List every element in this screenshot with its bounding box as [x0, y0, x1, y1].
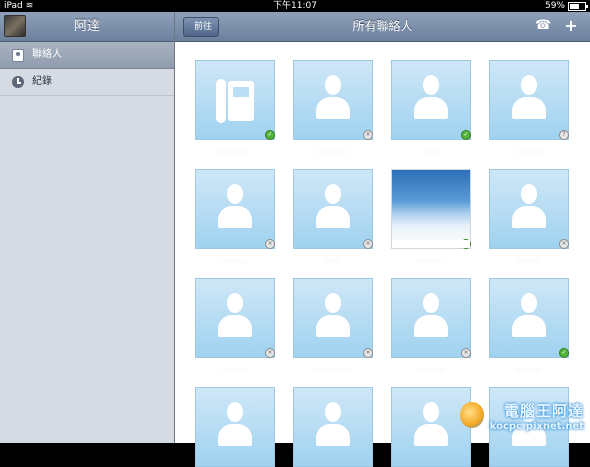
- contact-name: ·········: [219, 148, 251, 157]
- status-offline-icon: ×: [363, 130, 373, 140]
- person-silhouette-icon: [316, 184, 350, 232]
- contact-tile[interactable]: [293, 387, 373, 467]
- contact-name: ·······: [516, 148, 542, 157]
- person-silhouette-icon: [512, 293, 546, 341]
- contact-name: ·········: [317, 148, 349, 157]
- contact-card-icon: [12, 49, 24, 62]
- contact-tile[interactable]: ×: [195, 169, 275, 249]
- person-silhouette-icon: [218, 293, 252, 341]
- sidebar-title: 阿達: [73, 19, 100, 34]
- person-silhouette-icon: [414, 75, 448, 123]
- contact-tile[interactable]: ?: [489, 60, 569, 140]
- watermark-top: 電腦王阿達: [503, 402, 584, 420]
- status-unknown-icon: ?: [559, 130, 569, 140]
- person-silhouette-icon: [218, 184, 252, 232]
- status-time: 下午11:07: [273, 1, 317, 11]
- contact-tile[interactable]: ×: [293, 60, 373, 140]
- status-online-icon: ✓: [559, 348, 569, 358]
- contact-tile[interactable]: ✓: [391, 169, 471, 249]
- sidebar: 阿達 聯絡人 紀錄: [0, 12, 175, 443]
- main-panel: 前往 所有聯絡人 ☎ + ✓ ········· × ········· ✓ ····? ·…: [175, 12, 590, 467]
- status-battery: 59%: [545, 0, 588, 12]
- person-silhouette-icon: [512, 184, 546, 232]
- sidebar-header: 阿達: [0, 12, 174, 42]
- contact-name: ····: [423, 148, 439, 157]
- clock-icon: [12, 76, 24, 88]
- contact-name: ·······: [516, 366, 542, 375]
- contact-name: ·······: [222, 257, 248, 266]
- person-silhouette-icon: [512, 75, 546, 123]
- sidebar-item-contacts[interactable]: 聯絡人: [0, 42, 174, 69]
- status-bar: iPad ≋ 下午11:07 59%: [0, 0, 590, 12]
- contact-tile[interactable]: [195, 387, 275, 467]
- watermark-logo: 電腦王阿達 kocpc.pixnet.net: [458, 398, 590, 443]
- phone-icon[interactable]: ☎: [535, 18, 551, 34]
- contact-tile[interactable]: ×: [293, 169, 373, 249]
- person-silhouette-icon: [316, 75, 350, 123]
- status-offline-icon: ×: [265, 239, 275, 249]
- contact-tile[interactable]: ×: [293, 278, 373, 358]
- status-online-icon: ✓: [461, 239, 471, 249]
- plus-icon[interactable]: +: [563, 18, 579, 34]
- contact-grid: ✓ ········· × ········· ✓ ····? ······· × ······…: [175, 42, 590, 467]
- contact-tile[interactable]: ✓: [195, 60, 275, 140]
- sidebar-item-history[interactable]: 紀錄: [0, 69, 174, 96]
- sidebar-item-label: 聯絡人: [32, 49, 62, 60]
- mascot-icon: [460, 402, 484, 428]
- person-silhouette-icon: [414, 293, 448, 341]
- contact-name: ······: [518, 257, 540, 266]
- contact-tile[interactable]: ×: [391, 278, 471, 358]
- status-offline-icon: ×: [461, 348, 471, 358]
- status-offline-icon: ×: [363, 239, 373, 249]
- contact-name: ·········: [415, 257, 447, 266]
- battery-icon: [568, 1, 588, 11]
- contact-name: ········: [416, 366, 446, 375]
- status-online-icon: ✓: [461, 130, 471, 140]
- person-silhouette-icon: [316, 293, 350, 341]
- status-online-icon: ✓: [265, 130, 275, 140]
- contact-name: ·······: [222, 366, 248, 375]
- status-offline-icon: ×: [363, 348, 373, 358]
- contact-tile[interactable]: ×: [195, 278, 275, 358]
- main-header: 前往 所有聯絡人 ☎ +: [175, 12, 590, 42]
- contact-name: ·····: [324, 257, 342, 266]
- watermark-bottom: kocpc.pixnet.net: [489, 421, 584, 432]
- phone-icon: [216, 79, 254, 123]
- sidebar-item-label: 紀錄: [32, 76, 52, 87]
- contact-tile[interactable]: ✓: [489, 278, 569, 358]
- contact-tile[interactable]: ×: [489, 169, 569, 249]
- page-title: 所有聯絡人: [352, 19, 413, 33]
- contact-name: ··········: [315, 366, 351, 375]
- contact-tile[interactable]: ✓: [391, 60, 471, 140]
- status-offline-icon: ×: [265, 348, 275, 358]
- status-offline-icon: ×: [559, 239, 569, 249]
